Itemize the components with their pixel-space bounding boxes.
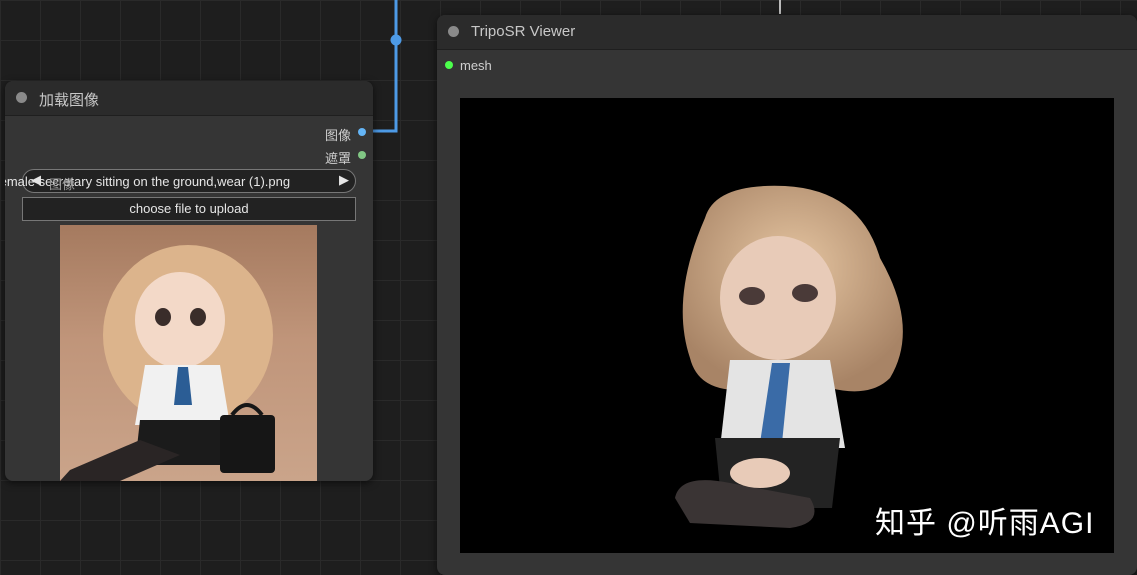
combo-right-arrow-icon[interactable]: ▶ xyxy=(339,172,349,188)
output-mask-label: 遮罩 xyxy=(324,151,351,166)
input-mesh-slot[interactable] xyxy=(445,61,453,69)
input-mesh-label: mesh xyxy=(460,58,492,73)
node-title: TripoSR Viewer xyxy=(471,23,576,40)
collapse-dot-icon[interactable] xyxy=(448,26,459,37)
output-image-label: 图像 xyxy=(324,128,351,143)
mesh-left-eye xyxy=(739,287,765,305)
combo-value: female secretary sitting on the ground,w… xyxy=(5,174,291,189)
collapse-dot-icon[interactable] xyxy=(16,92,27,103)
preview-bag xyxy=(220,415,275,473)
triposr-viewer-node[interactable]: TripoSR Viewer mesh 知乎 @听雨AGI xyxy=(437,15,1137,575)
combo-name-overlay: 图像 xyxy=(49,177,76,192)
load-image-node[interactable]: 加载图像 图像 遮罩 ◀ female secretary sitting on… xyxy=(5,81,373,481)
viewer-node-header[interactable]: TripoSR Viewer xyxy=(437,15,1137,50)
watermark-text: 知乎 @听雨AGI xyxy=(875,507,1095,540)
load-image-node-header[interactable]: 加载图像 xyxy=(5,81,373,116)
preview-figure xyxy=(60,245,275,481)
mesh-right-eye xyxy=(792,284,818,302)
output-image-slot[interactable] xyxy=(358,128,366,136)
node-title: 加载图像 xyxy=(39,92,100,109)
link-midpoint-handle[interactable] xyxy=(390,34,402,46)
image-select-combo[interactable]: ◀ female secretary sitting on the ground… xyxy=(5,169,356,193)
upload-button[interactable]: choose file to upload xyxy=(22,197,356,221)
image-preview xyxy=(60,225,317,481)
3d-mesh-viewport[interactable]: 知乎 @听雨AGI xyxy=(460,98,1114,553)
mesh-face xyxy=(720,236,836,360)
mesh-render xyxy=(675,185,903,528)
output-mask-slot[interactable] xyxy=(358,151,366,159)
preview-right-eye xyxy=(190,308,206,326)
mesh-hand xyxy=(730,458,790,488)
preview-face xyxy=(135,272,225,368)
preview-left-eye xyxy=(155,308,171,326)
